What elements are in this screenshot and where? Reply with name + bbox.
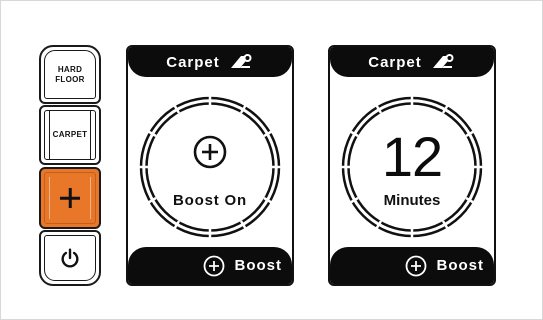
hard-floor-button[interactable]: HARD FLOOR: [39, 45, 101, 104]
floor-mode-label: Carpet: [166, 53, 220, 71]
hard-floor-label: HARD FLOOR: [55, 65, 85, 85]
display-boost-on: Carpet Boost On Boost: [126, 45, 294, 286]
boost-softkey-label: Boost: [234, 257, 282, 274]
boost-button[interactable]: [39, 167, 101, 229]
power-icon: [61, 248, 79, 268]
carpet-stripe-left: [49, 111, 50, 159]
boost-softkey[interactable]: Boost: [128, 247, 292, 284]
hard-floor-label-line2: FLOOR: [55, 74, 85, 84]
hard-floor-button-face: HARD FLOOR: [44, 50, 96, 99]
boost-softkey[interactable]: Boost: [330, 247, 494, 284]
boost-stripe-right: [90, 177, 91, 219]
carpet-button[interactable]: CARPET: [39, 105, 101, 165]
power-button-face: [44, 235, 96, 281]
power-button[interactable]: [39, 230, 101, 286]
display-minutes: Carpet 12 Minutes Boost: [328, 45, 496, 286]
carpet-icon: [230, 54, 252, 68]
boost-softkey-label: Boost: [436, 257, 484, 274]
display-header: Carpet: [330, 47, 494, 77]
hard-floor-label-line1: HARD: [57, 64, 83, 74]
plus-circle-icon: [405, 255, 426, 276]
boost-button-face: [44, 172, 96, 224]
plus-circle-icon: [203, 255, 224, 276]
remaining-minutes-value: 12: [381, 125, 443, 188]
display-header: Carpet: [128, 47, 292, 77]
plus-circle-icon: [193, 135, 227, 169]
carpet-stripe-right: [90, 111, 91, 159]
carpet-icon: [432, 54, 454, 68]
floor-mode-label: Carpet: [368, 53, 422, 71]
boost-stripe-left: [49, 177, 50, 219]
boost-status-label: Boost On: [173, 192, 247, 209]
carpet-button-face: CARPET: [44, 110, 96, 160]
screenshot-frame: HARD FLOOR CARPET Carpet Boost On Boost …: [0, 0, 543, 320]
minutes-unit-label: Minutes: [383, 192, 441, 209]
carpet-label: CARPET: [52, 130, 88, 139]
